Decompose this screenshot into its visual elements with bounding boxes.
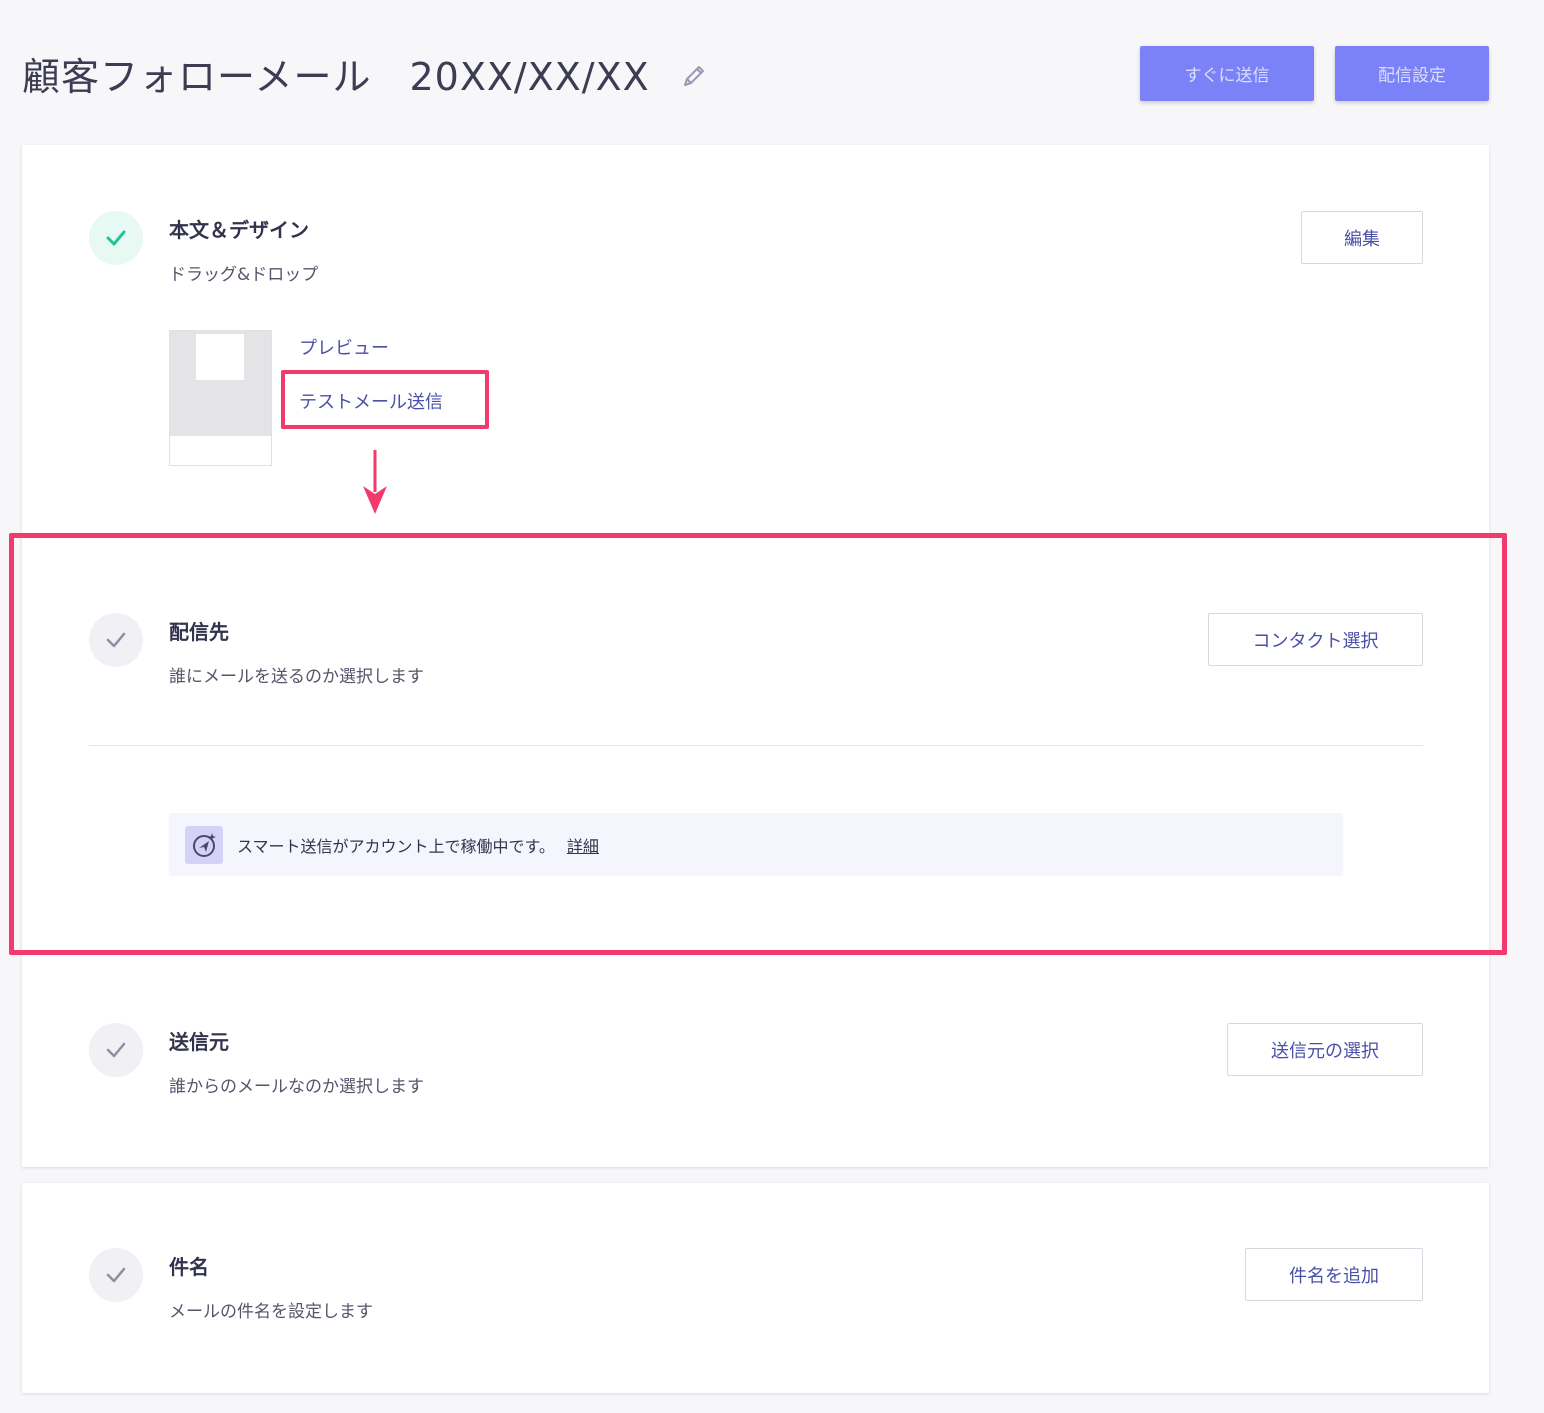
check-icon [89, 1248, 143, 1302]
campaign-name: 顧客フォローメール [22, 55, 372, 99]
thumbnail-paper [196, 334, 244, 380]
edit-content-button[interactable]: 編集 [1301, 211, 1423, 264]
subject-title: 件名 [169, 1255, 209, 1279]
sender-desc: 誰からのメールなのか選択します [169, 1077, 424, 1097]
pencil-icon[interactable] [680, 62, 708, 90]
page-title: 顧客フォローメール 20XX/XX/XX [22, 46, 650, 101]
content-design-title: 本文＆デザイン [169, 218, 309, 242]
add-subject-button[interactable]: 件名を追加 [1245, 1248, 1423, 1301]
email-thumbnail[interactable] [169, 330, 272, 466]
preview-link[interactable]: プレビュー [299, 334, 389, 360]
highlight-test-mail [281, 370, 489, 429]
send-now-button[interactable]: すぐに送信 [1140, 46, 1314, 101]
subject-desc: メールの件名を設定します [169, 1302, 373, 1322]
delivery-settings-button[interactable]: 配信設定 [1335, 46, 1489, 101]
highlight-recipients-section [9, 533, 1507, 955]
check-icon [89, 1023, 143, 1077]
subject-card: 件名 メールの件名を設定します 件名を追加 [22, 1183, 1489, 1393]
arrow-down-icon [363, 450, 387, 514]
check-icon [89, 211, 143, 265]
sender-title: 送信元 [169, 1030, 229, 1054]
select-sender-button[interactable]: 送信元の選択 [1227, 1023, 1423, 1076]
campaign-date: 20XX/XX/XX [409, 55, 650, 99]
thumbnail-background [170, 331, 271, 436]
content-design-desc: ドラッグ&ドロップ [169, 265, 319, 285]
